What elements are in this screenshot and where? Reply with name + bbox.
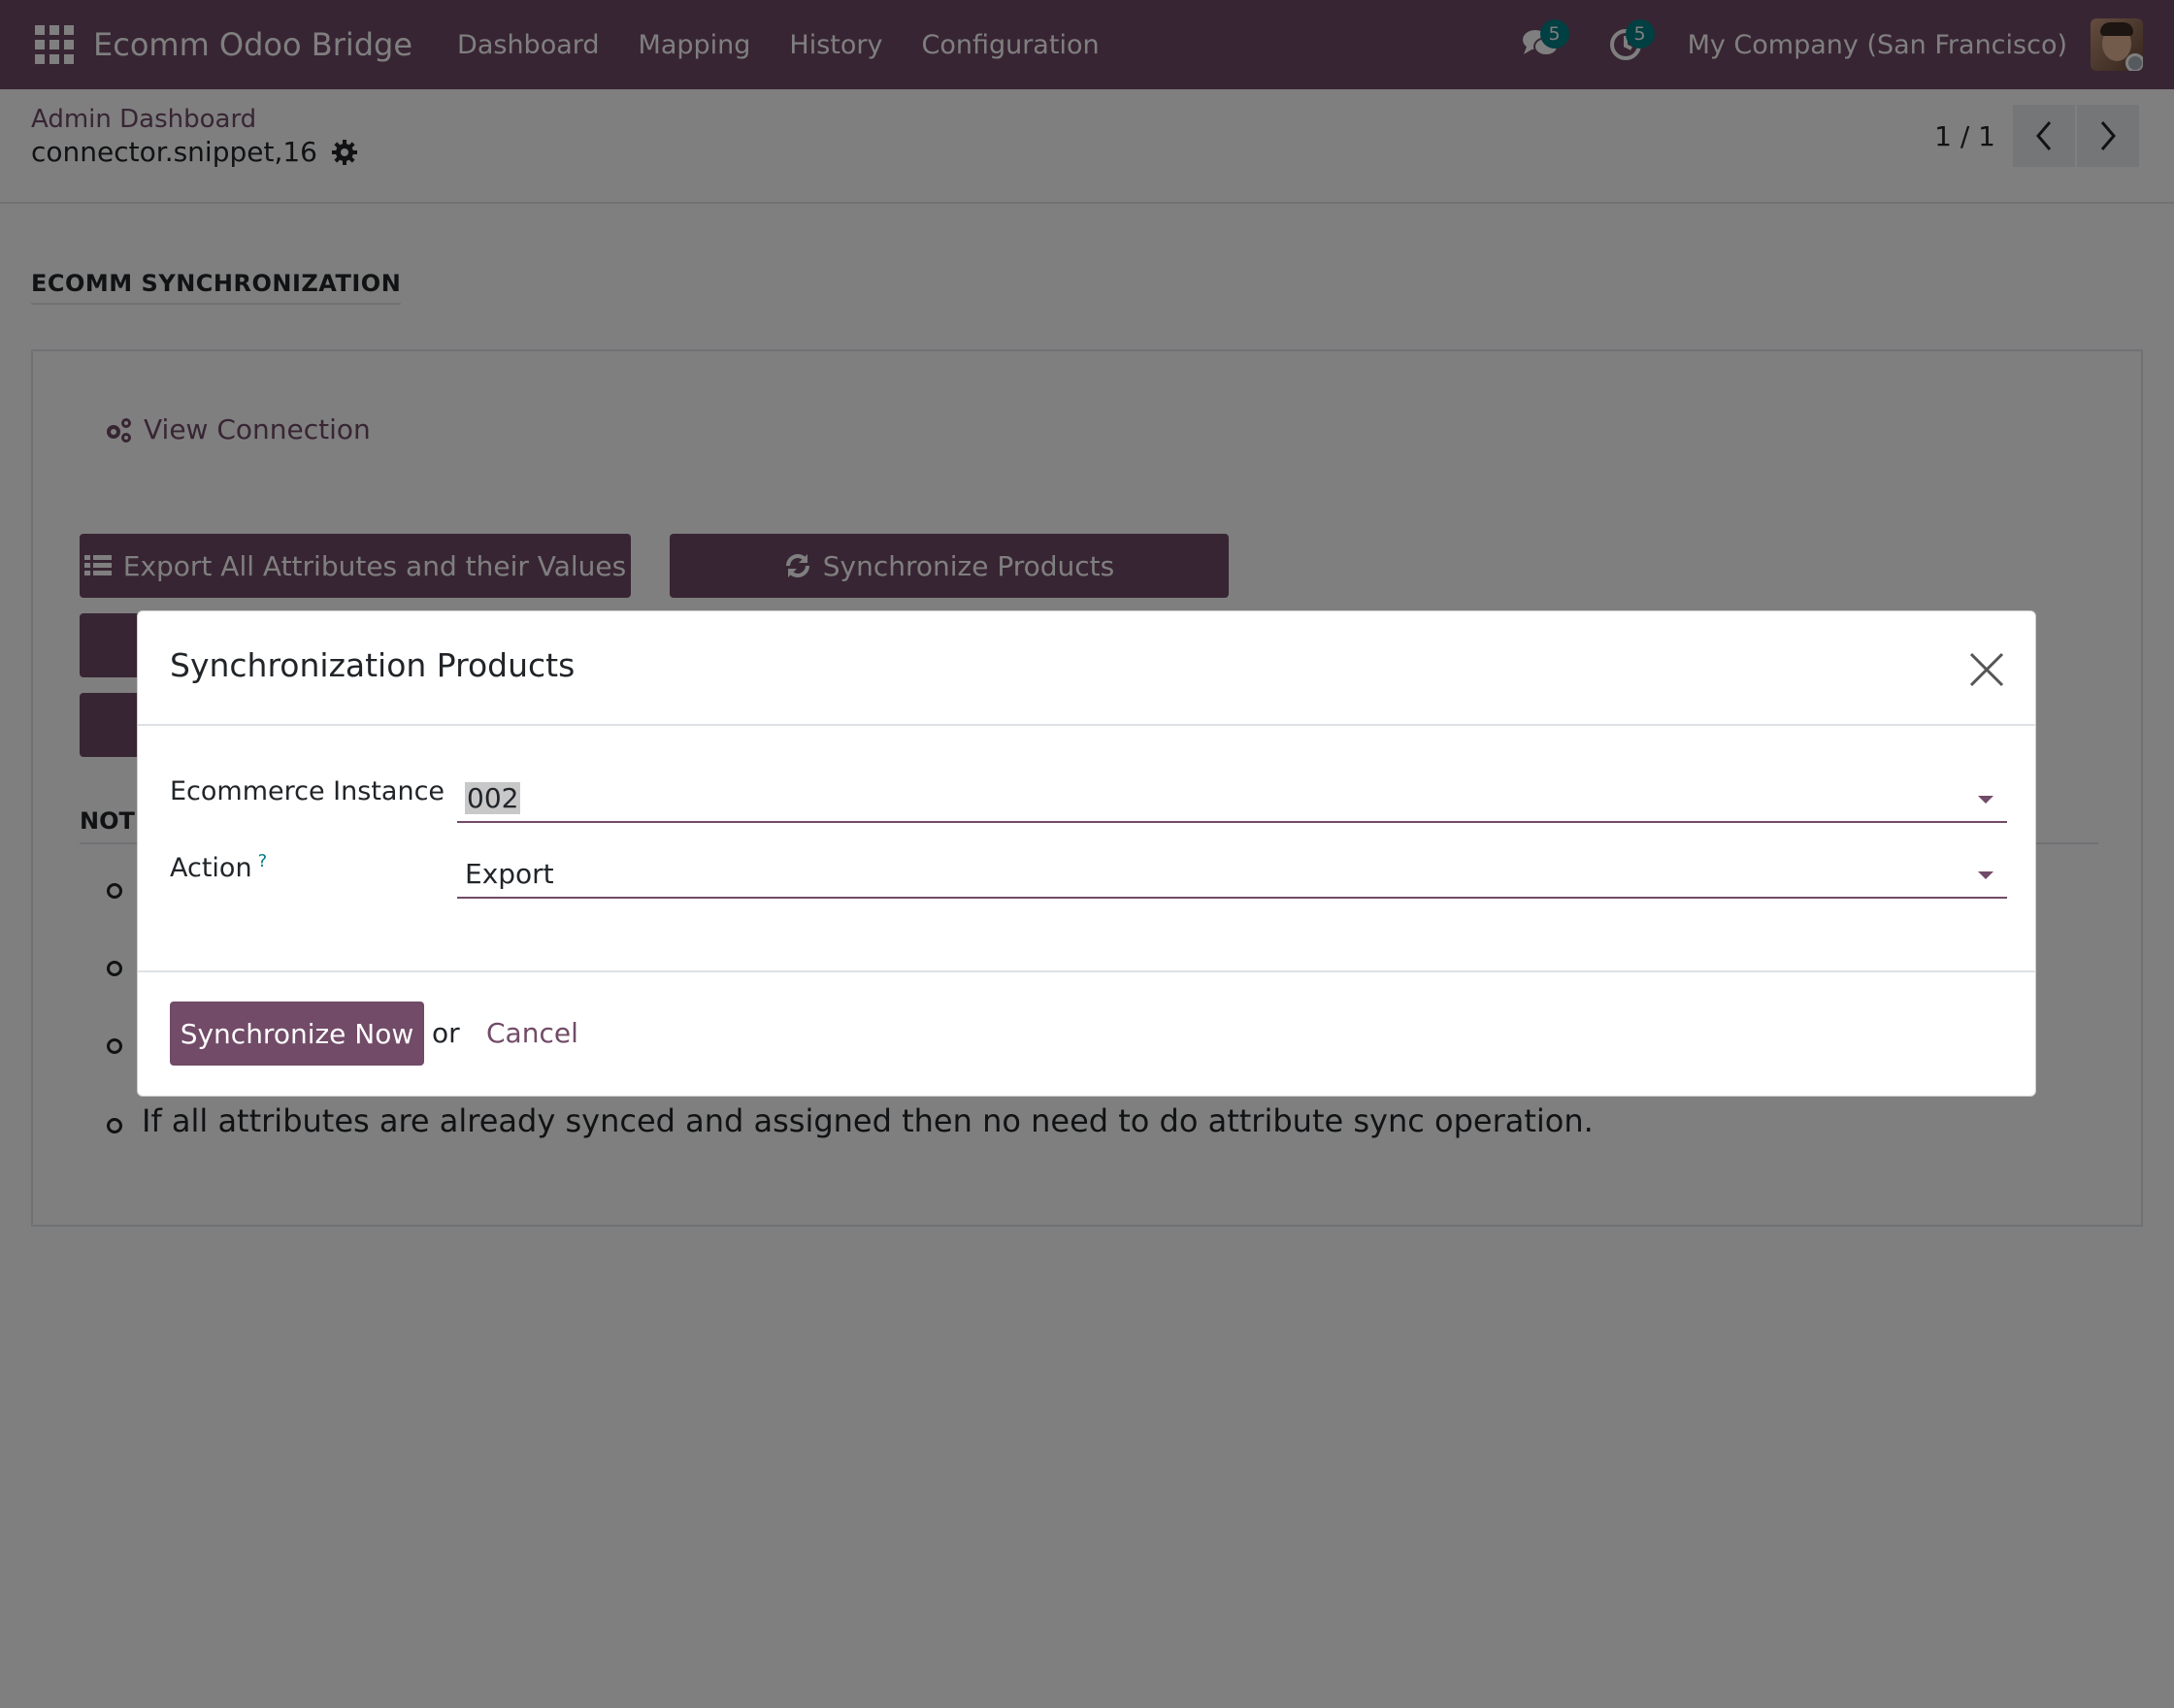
cancel-button[interactable]: Cancel (486, 1017, 578, 1049)
synchronization-dialog: Synchronization Products Ecommerce Insta… (137, 610, 2036, 1097)
action-value: Export (465, 858, 554, 890)
action-label-text: Action (170, 853, 252, 883)
ecommerce-instance-label: Ecommerce Instance (170, 776, 445, 806)
close-icon[interactable] (1965, 648, 2008, 691)
action-select[interactable]: Export (457, 850, 2007, 899)
caret-down-icon (1978, 796, 1993, 804)
dialog-title: Synchronization Products (170, 646, 576, 684)
or-text: or (432, 1017, 460, 1049)
synchronize-now-button[interactable]: Synchronize Now (170, 1002, 424, 1066)
help-tooltip-icon[interactable]: ? (258, 851, 268, 871)
action-label: Action? (170, 851, 267, 883)
dialog-header: Synchronization Products (138, 611, 2035, 726)
caret-down-icon (1978, 871, 1993, 879)
ecommerce-instance-value: 002 (465, 782, 521, 814)
ecommerce-instance-select[interactable]: 002 (457, 774, 2007, 823)
dialog-footer: Synchronize Now or Cancel (138, 970, 2035, 1098)
